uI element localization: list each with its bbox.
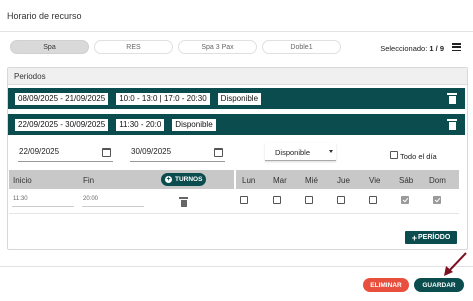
day-checkbox-vie[interactable] xyxy=(369,196,377,204)
column-start: Inicio xyxy=(13,176,32,185)
day-checkbox-jue[interactable] xyxy=(337,196,345,204)
shift-end-input[interactable]: 20:00 xyxy=(83,196,98,202)
column-end: Fin xyxy=(83,176,95,185)
delete-period-icon[interactable] xyxy=(447,93,457,104)
tab-res[interactable]: RES xyxy=(94,40,173,54)
day-label: Vie xyxy=(369,176,381,185)
day-label: Dom xyxy=(429,176,446,185)
resource-tabs: Spa RES Spa 3 Pax Doble1 xyxy=(10,40,341,54)
all-day-label: Todo el día xyxy=(400,152,437,161)
delete-period-icon[interactable] xyxy=(447,119,457,130)
shift-end-underline xyxy=(82,206,144,207)
add-period-label: PERÍODO xyxy=(417,234,451,241)
add-shift-label: TURNOS xyxy=(175,176,203,183)
day-checkbox-mar[interactable] xyxy=(273,196,281,204)
calendar-icon[interactable] xyxy=(214,148,223,157)
add-period-button[interactable]: + PERÍODO xyxy=(405,231,457,244)
status-select[interactable]: Disponible xyxy=(265,143,336,161)
day-checkbox-sab[interactable] xyxy=(401,196,409,204)
plus-icon: + xyxy=(411,232,417,243)
period-dates: 22/09/2025 - 30/09/2025 xyxy=(15,118,109,131)
period-row[interactable]: 22/09/2025 - 30/09/2025 11:30 - 20:0 Dis… xyxy=(8,114,465,135)
selection-value: 1 / 9 xyxy=(429,44,444,53)
day-label: Lun xyxy=(242,176,256,185)
end-date-underline xyxy=(130,161,225,162)
selection-counter: Seleccionado: 1 / 9 xyxy=(380,44,444,53)
day-checkbox-lun[interactable] xyxy=(240,196,248,204)
menu-icon[interactable] xyxy=(452,43,461,51)
divider xyxy=(0,31,473,32)
dialog-title: Horario de recurso xyxy=(7,11,82,21)
save-button[interactable]: GUARDAR xyxy=(414,278,464,292)
tab-doble1[interactable]: Doble1 xyxy=(262,40,341,54)
day-label: Mié xyxy=(305,176,318,185)
period-status: Disponible xyxy=(172,118,216,131)
divider xyxy=(0,266,473,267)
add-shift-button[interactable]: + TURNOS xyxy=(161,173,206,186)
period-row[interactable]: 08/09/2025 - 21/09/2025 10:0 - 13:0 | 17… xyxy=(8,88,465,109)
start-date-input[interactable]: 22/09/2025 xyxy=(19,147,59,156)
start-date-underline xyxy=(18,161,113,162)
chevron-down-icon xyxy=(329,150,333,153)
day-label: Jue xyxy=(337,176,350,185)
day-label: Sáb xyxy=(399,176,414,185)
periods-panel-title: Periodos xyxy=(8,68,467,85)
tab-spa-3-pax[interactable]: Spa 3 Pax xyxy=(178,40,257,54)
status-select-value: Disponible xyxy=(275,148,311,157)
calendar-icon[interactable] xyxy=(102,148,111,157)
selection-label: Seleccionado: xyxy=(380,44,428,53)
shift-start-underline xyxy=(12,206,74,207)
period-status: Disponible xyxy=(217,92,262,105)
day-label: Mar xyxy=(273,176,287,185)
delete-shift-icon[interactable] xyxy=(179,197,188,207)
tab-spa[interactable]: Spa xyxy=(10,40,89,54)
all-day-checkbox[interactable] xyxy=(390,151,398,159)
days-table-header: Lun Mar Mié Jue Vie Sáb Dom xyxy=(236,170,459,189)
plus-icon: + xyxy=(165,176,172,183)
table-bottom-line xyxy=(9,213,459,214)
end-date-input[interactable]: 30/09/2025 xyxy=(131,147,171,156)
shift-start-input[interactable]: 11:30 xyxy=(13,196,28,202)
day-checkbox-mie[interactable] xyxy=(305,196,313,204)
period-hours: 10:0 - 13:0 | 17:0 - 20:30 xyxy=(116,92,210,105)
pointer-arrow-icon xyxy=(444,252,467,276)
period-hours: 11:30 - 20:0 xyxy=(116,118,165,131)
day-checkbox-dom[interactable] xyxy=(433,196,441,204)
period-dates: 08/09/2025 - 21/09/2025 xyxy=(15,92,109,105)
delete-button[interactable]: ELIMINAR xyxy=(363,278,409,292)
